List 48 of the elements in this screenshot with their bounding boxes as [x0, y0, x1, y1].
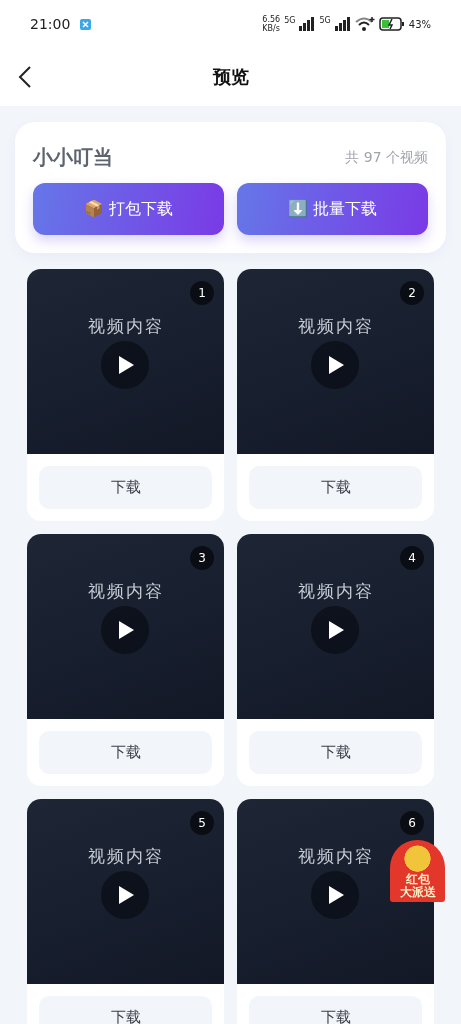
video-number: 1	[190, 281, 214, 305]
video-count: 共 97 个视频	[345, 148, 428, 167]
video-placeholder: 视频内容	[297, 315, 374, 338]
play-icon[interactable]	[311, 341, 359, 389]
battery-level: 43%	[408, 18, 431, 30]
network-type: 5G	[319, 15, 331, 25]
video-number: 3	[190, 546, 214, 570]
play-icon[interactable]	[101, 341, 149, 389]
play-icon[interactable]	[101, 871, 149, 919]
wifi-icon	[354, 17, 375, 31]
download-button[interactable]: 下载	[249, 996, 422, 1024]
download-button[interactable]: 下载	[249, 466, 422, 509]
video-thumbnail[interactable]: 视频内容 4	[237, 534, 434, 719]
battery-icon	[378, 17, 405, 31]
download-button[interactable]: 下载	[249, 731, 422, 774]
video-placeholder: 视频内容	[87, 580, 164, 603]
video-number: 2	[400, 281, 424, 305]
play-icon[interactable]	[311, 871, 359, 919]
video-thumbnail[interactable]: 视频内容 3	[27, 534, 224, 719]
network-type: 5G	[284, 15, 296, 25]
download-button[interactable]: 下载	[39, 731, 212, 774]
download-button[interactable]: ⬇ 批量下载	[237, 183, 428, 235]
video-thumbnail[interactable]: 视频内容 1	[27, 269, 224, 454]
network-speed: 6.56 KB/s	[262, 15, 281, 33]
collection-title: 小小叮当	[33, 144, 113, 171]
video-number: 6	[400, 811, 424, 835]
signal-icon	[299, 17, 316, 31]
notification-icon	[80, 18, 92, 30]
video-placeholder: 视频内容	[297, 845, 374, 868]
video-number: 5	[190, 811, 214, 835]
promo-text: 大派送	[399, 886, 436, 899]
status-time: 21:00	[30, 16, 71, 32]
download-button[interactable]: 📦 打包下载	[33, 183, 224, 235]
back-icon[interactable]	[18, 65, 32, 89]
video-placeholder: 视频内容	[297, 580, 374, 603]
promo-text: 红包	[405, 873, 430, 886]
signal-icon	[334, 17, 351, 31]
video-thumbnail[interactable]: 视频内容 5	[27, 799, 224, 984]
download-button[interactable]: 下载	[39, 996, 212, 1024]
video-number: 4	[400, 546, 424, 570]
page-title: 预览	[212, 65, 249, 89]
promo-badge[interactable]: 红包 大派送	[390, 840, 445, 902]
download-button[interactable]: 下载	[39, 466, 212, 509]
video-placeholder: 视频内容	[87, 315, 164, 338]
video-thumbnail[interactable]: 视频内容 2	[237, 269, 434, 454]
play-icon[interactable]	[311, 606, 359, 654]
video-placeholder: 视频内容	[87, 845, 164, 868]
play-icon[interactable]	[101, 606, 149, 654]
